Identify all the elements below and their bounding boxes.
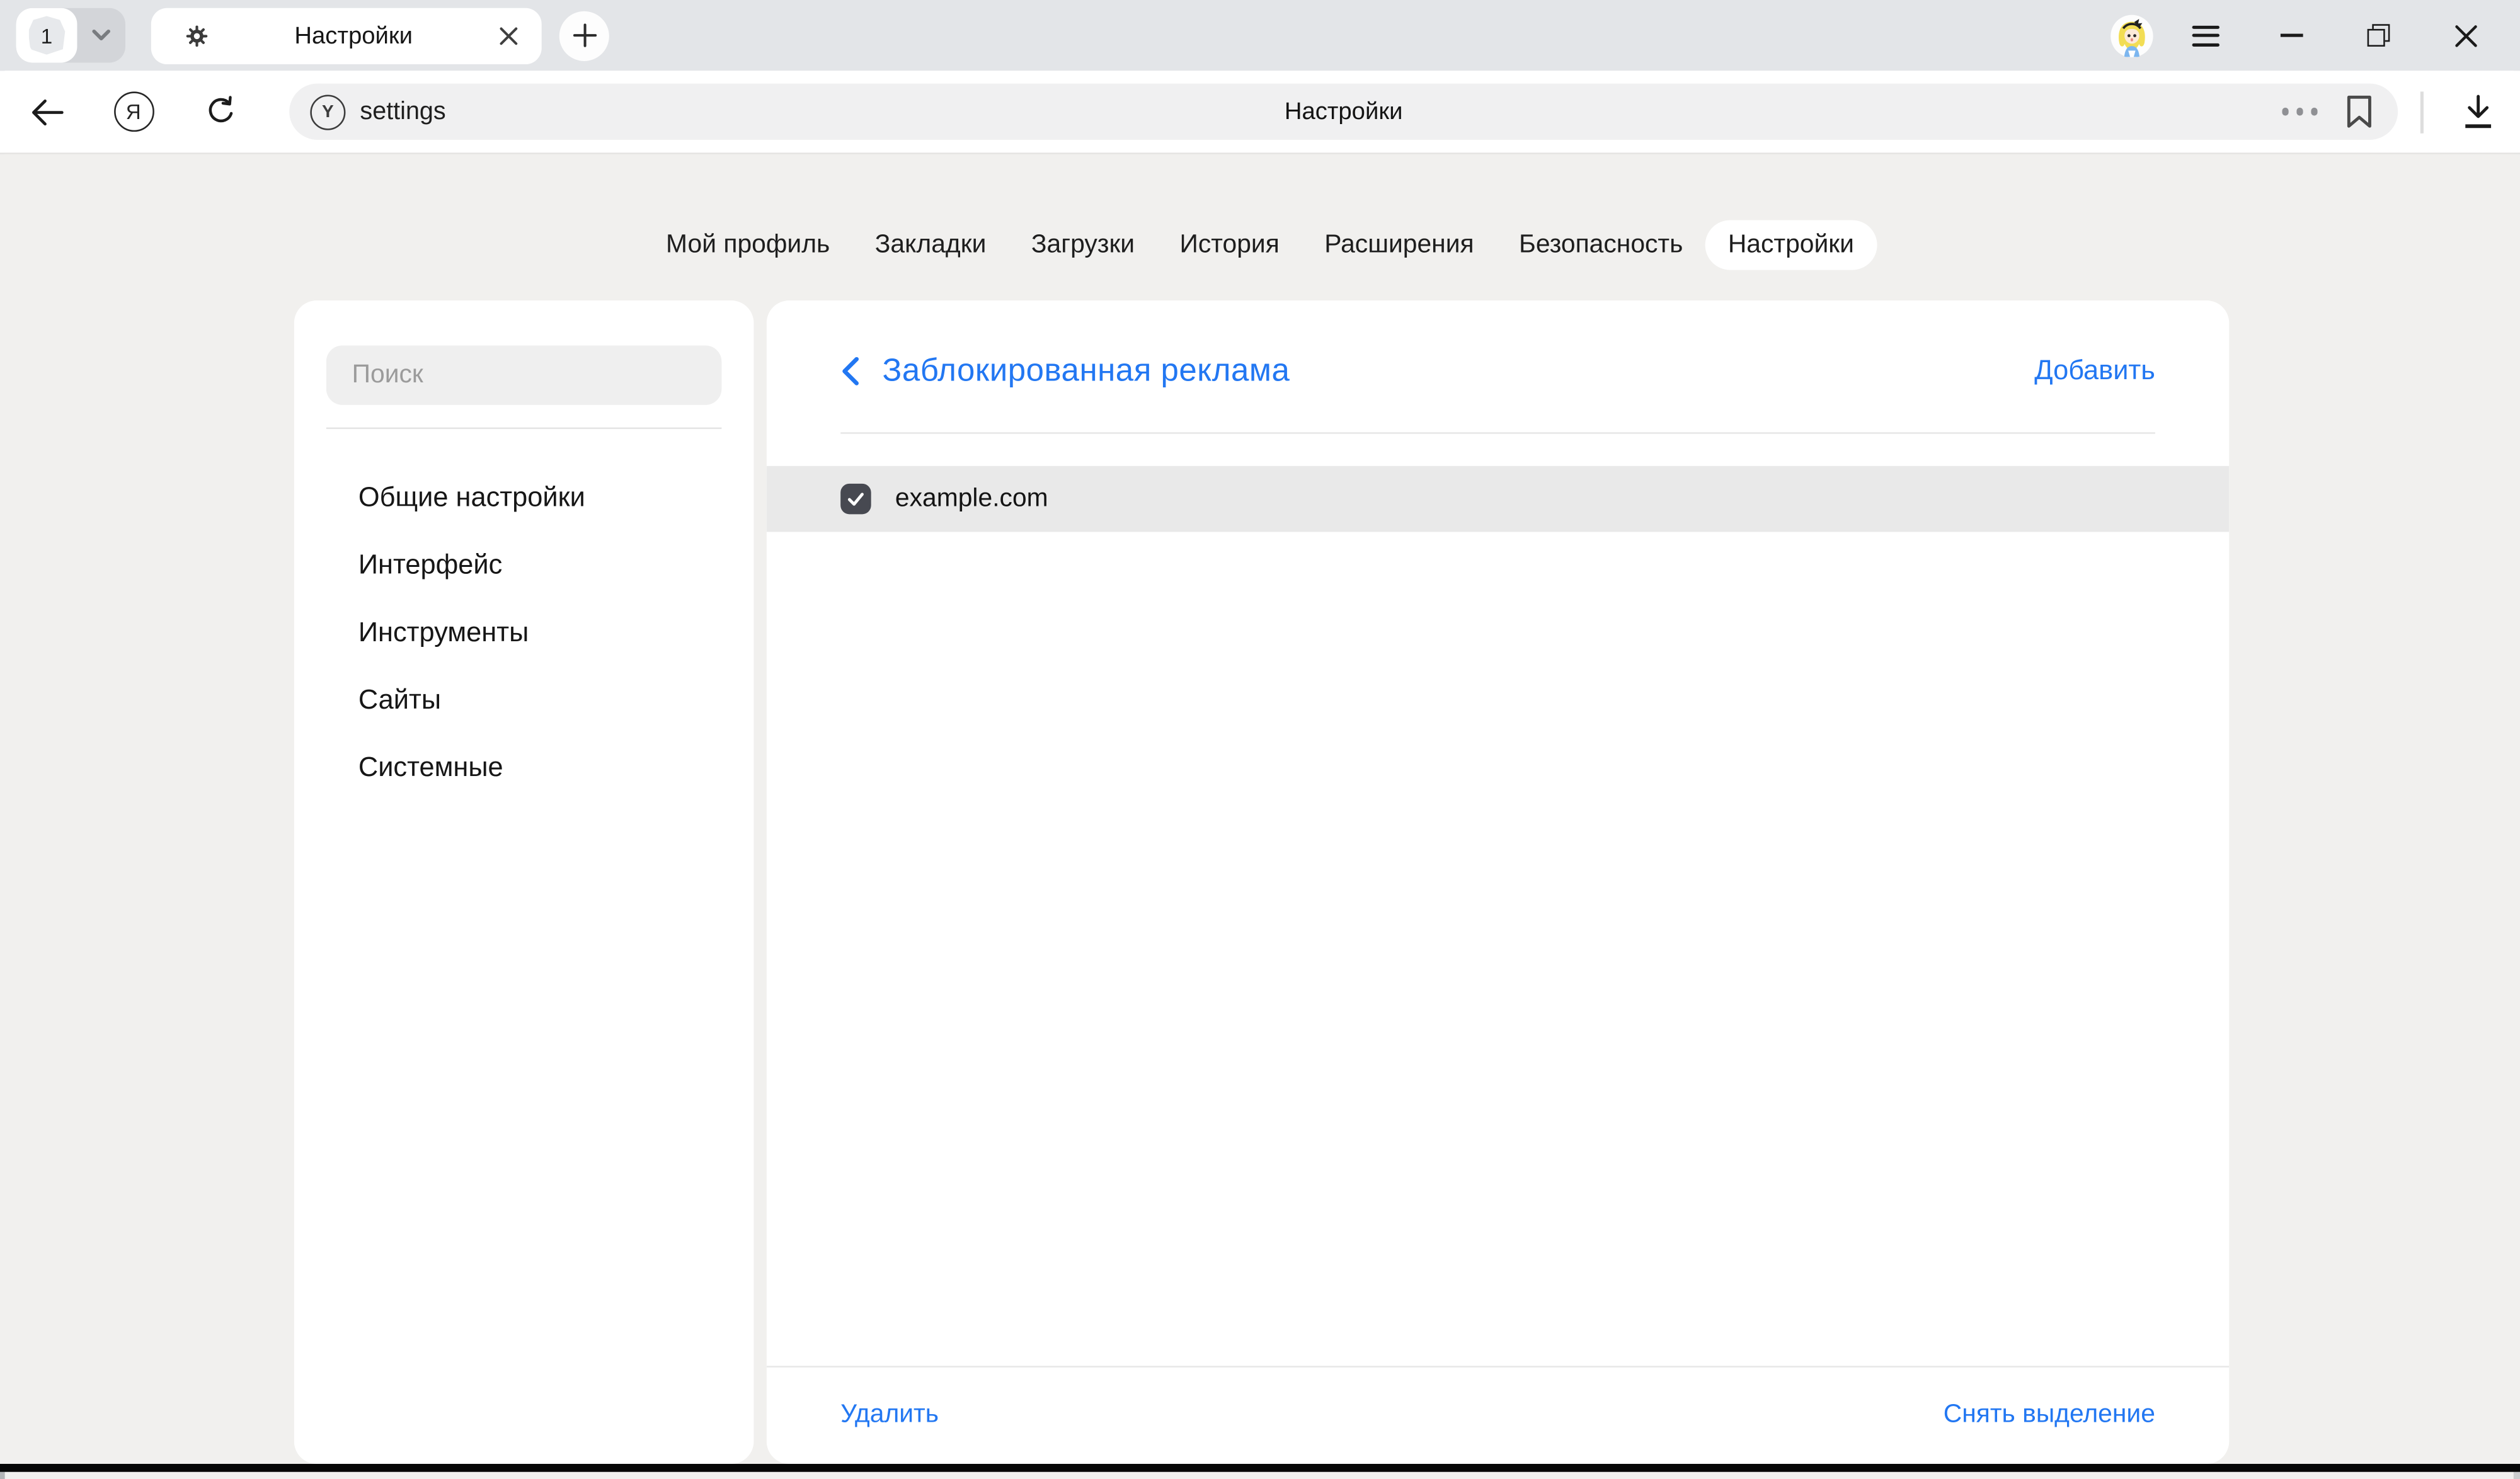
reload-icon <box>203 95 238 129</box>
content-spacer <box>767 532 2229 1366</box>
sidebar-item-tools[interactable]: Инструменты <box>326 600 722 667</box>
blocked-ad-row[interactable]: example.com <box>767 466 2229 532</box>
settings-nav-tabs: Мой профиль Закладки Загрузки История Ра… <box>0 220 2520 270</box>
address-bar-right <box>2281 95 2374 129</box>
address-text: settings <box>360 97 445 126</box>
bookmark-icon[interactable] <box>2345 95 2374 129</box>
tab-group-dropdown[interactable] <box>77 8 125 63</box>
minimize-button[interactable] <box>2257 3 2327 67</box>
delete-button[interactable]: Удалить <box>840 1401 939 1430</box>
address-bar[interactable]: Y settings Настройки <box>289 84 2398 140</box>
yandex-logo-icon: Я <box>113 91 154 132</box>
content-header: Заблокированная реклама Добавить <box>840 300 2155 397</box>
yandex-home-button[interactable]: Я <box>98 79 169 144</box>
browser-window: 1 <box>0 0 2520 1479</box>
search-input[interactable] <box>326 345 722 404</box>
close-window-button[interactable] <box>2430 3 2500 67</box>
more-dots-icon[interactable] <box>2281 108 2317 115</box>
header-divider <box>840 432 2155 434</box>
tab-history[interactable]: История <box>1157 220 1302 270</box>
back-chevron-icon <box>840 357 860 385</box>
close-tab-icon[interactable] <box>498 25 519 46</box>
restore-icon <box>2368 24 2390 47</box>
blocked-domain: example.com <box>895 484 1048 513</box>
back-to-settings-button[interactable] <box>840 357 860 385</box>
window-bottom-edge <box>0 1464 2520 1471</box>
tab-my-profile[interactable]: Мой профиль <box>643 220 852 270</box>
tab-count-badge: 1 <box>28 16 66 55</box>
download-icon <box>2462 95 2494 129</box>
plus-icon <box>571 23 597 49</box>
address-page-title: Настройки <box>289 98 2398 125</box>
tab-group-button[interactable]: 1 <box>16 8 77 63</box>
tab-settings[interactable]: Настройки <box>1705 220 1877 270</box>
gear-icon <box>185 23 209 47</box>
new-tab-button[interactable] <box>559 11 609 60</box>
page-title: Заблокированная реклама <box>883 353 1290 390</box>
settings-page: Мой профиль Закладки Загрузки История Ра… <box>0 154 2520 1471</box>
downloads-button[interactable] <box>2443 79 2514 144</box>
tab-security[interactable]: Безопасность <box>1496 220 1705 270</box>
sidebar-divider <box>326 428 722 430</box>
back-arrow-icon <box>30 97 64 126</box>
settings-sidebar: Общие настройки Интерфейс Инструменты Са… <box>294 300 754 1464</box>
reload-button[interactable] <box>185 79 255 144</box>
minimize-icon <box>2281 34 2303 37</box>
address-bar-left: Y settings <box>289 94 446 129</box>
tab-group-control[interactable]: 1 <box>16 8 125 63</box>
toolbar-divider <box>2420 91 2424 132</box>
profile-avatar[interactable] <box>2110 14 2153 57</box>
tab-bookmarks[interactable]: Закладки <box>852 220 1009 270</box>
checkmark-icon <box>845 489 866 510</box>
tab-downloads[interactable]: Загрузки <box>1009 220 1157 270</box>
menu-icon <box>2191 25 2218 46</box>
sidebar-item-interface[interactable]: Интерфейс <box>326 532 722 599</box>
row-checkbox-checked[interactable] <box>840 484 871 514</box>
close-window-icon <box>2453 23 2477 47</box>
tab-title: Настройки <box>209 21 498 49</box>
sidebar-list: Общие настройки Интерфейс Инструменты Са… <box>326 464 722 802</box>
tab-extensions[interactable]: Расширения <box>1302 220 1497 270</box>
browser-tab-settings[interactable]: Настройки <box>151 7 542 63</box>
add-button[interactable]: Добавить <box>2034 355 2155 387</box>
back-button[interactable] <box>11 79 82 144</box>
restore-button[interactable] <box>2343 3 2414 67</box>
site-y-icon: Y <box>310 94 345 129</box>
selection-footer: Удалить Снять выделение <box>767 1368 2229 1464</box>
blocked-ads-panel: Заблокированная реклама Добавить example… <box>767 300 2229 1464</box>
deselect-button[interactable]: Снять выделение <box>1944 1401 2155 1430</box>
tab-bar: 1 <box>0 0 2520 71</box>
sidebar-item-system[interactable]: Системные <box>326 734 722 802</box>
avatar-girl-icon <box>2110 14 2153 57</box>
sidebar-item-general[interactable]: Общие настройки <box>326 464 722 532</box>
toolbar: Я Y settings Настройки <box>0 71 2520 154</box>
chevron-down-icon <box>91 29 111 42</box>
sidebar-item-sites[interactable]: Сайты <box>326 667 722 734</box>
browser-menu-button[interactable] <box>2170 3 2240 67</box>
